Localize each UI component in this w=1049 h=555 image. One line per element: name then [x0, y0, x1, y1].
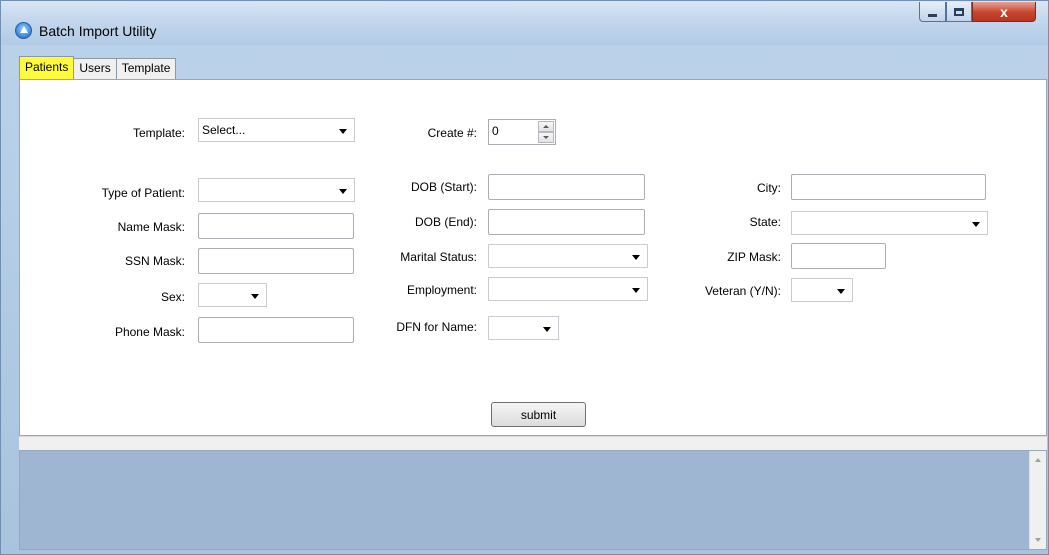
panel-splitter[interactable]: [19, 436, 1047, 450]
tab-template[interactable]: Template: [115, 58, 177, 79]
minimize-button[interactable]: [919, 2, 946, 22]
stepper-up-icon[interactable]: [538, 121, 554, 132]
zip-mask-label: ZIP Mask:: [727, 250, 781, 264]
zip-mask-input[interactable]: [791, 243, 886, 269]
type-of-patient-select[interactable]: [198, 178, 355, 202]
phone-mask-input[interactable]: [198, 317, 354, 343]
tab-strip: Patients Users Template: [19, 56, 177, 79]
chevron-down-icon: [837, 289, 845, 294]
marital-status-label: Marital Status:: [400, 250, 477, 264]
tab-patients[interactable]: Patients: [19, 56, 75, 79]
name-mask-label: Name Mask:: [117, 220, 185, 234]
window-title: Batch Import Utility: [39, 23, 157, 39]
dob-end-input[interactable]: [488, 209, 645, 235]
scroll-down-icon[interactable]: [1035, 538, 1041, 542]
state-select[interactable]: [791, 211, 988, 235]
maximize-button[interactable]: [946, 2, 972, 22]
city-input[interactable]: [791, 174, 986, 200]
title-bar[interactable]: Batch Import Utility x: [1, 1, 1048, 45]
type-of-patient-label: Type of Patient:: [101, 186, 185, 200]
scroll-up-icon[interactable]: [1035, 458, 1041, 462]
marital-status-select[interactable]: [488, 244, 648, 268]
chevron-down-icon: [972, 222, 980, 227]
submit-button[interactable]: submit: [491, 402, 586, 427]
template-label: Template:: [132, 126, 185, 140]
create-count-value: 0: [492, 124, 499, 138]
dob-end-label: DOB (End):: [414, 215, 477, 229]
output-log[interactable]: [19, 450, 1047, 550]
phone-mask-label: Phone Mask:: [114, 325, 185, 339]
create-count-stepper[interactable]: 0: [488, 119, 556, 145]
state-label: State:: [749, 215, 781, 229]
ssn-mask-input[interactable]: [198, 248, 354, 274]
veteran-label: Veteran (Y/N):: [704, 284, 781, 298]
chevron-down-icon: [632, 288, 640, 293]
city-label: City:: [757, 181, 781, 195]
app-logo-icon: [15, 22, 32, 39]
tab-users[interactable]: Users: [73, 58, 117, 79]
chevron-down-icon: [632, 255, 640, 260]
ssn-mask-label: SSN Mask:: [124, 254, 185, 268]
sex-select[interactable]: [198, 283, 267, 307]
chevron-down-icon: [339, 189, 347, 194]
close-button[interactable]: x: [972, 2, 1036, 22]
chevron-down-icon: [543, 327, 551, 332]
name-mask-input[interactable]: [198, 213, 354, 239]
veteran-select[interactable]: [791, 278, 853, 302]
minimize-icon: [928, 14, 937, 17]
template-select[interactable]: Select...: [198, 118, 355, 142]
dob-start-input[interactable]: [488, 174, 645, 200]
stepper-down-icon[interactable]: [538, 132, 554, 143]
chevron-down-icon: [251, 294, 259, 299]
dfn-for-name-label: DFN for Name:: [396, 320, 477, 334]
create-count-label: Create #:: [427, 126, 477, 140]
app-window: Batch Import Utility x Patients Users Te…: [0, 0, 1049, 555]
sex-label: Sex:: [160, 290, 185, 304]
employment-select[interactable]: [488, 277, 648, 301]
stepper-buttons: [538, 121, 554, 143]
dfn-for-name-select[interactable]: [488, 316, 559, 340]
template-select-value: Select...: [202, 123, 246, 137]
maximize-icon: [954, 7, 964, 16]
close-icon: x: [1000, 3, 1008, 20]
dob-start-label: DOB (Start):: [410, 180, 477, 194]
log-scrollbar[interactable]: [1029, 451, 1046, 549]
chevron-down-icon: [339, 129, 347, 134]
employment-label: Employment:: [406, 283, 477, 297]
